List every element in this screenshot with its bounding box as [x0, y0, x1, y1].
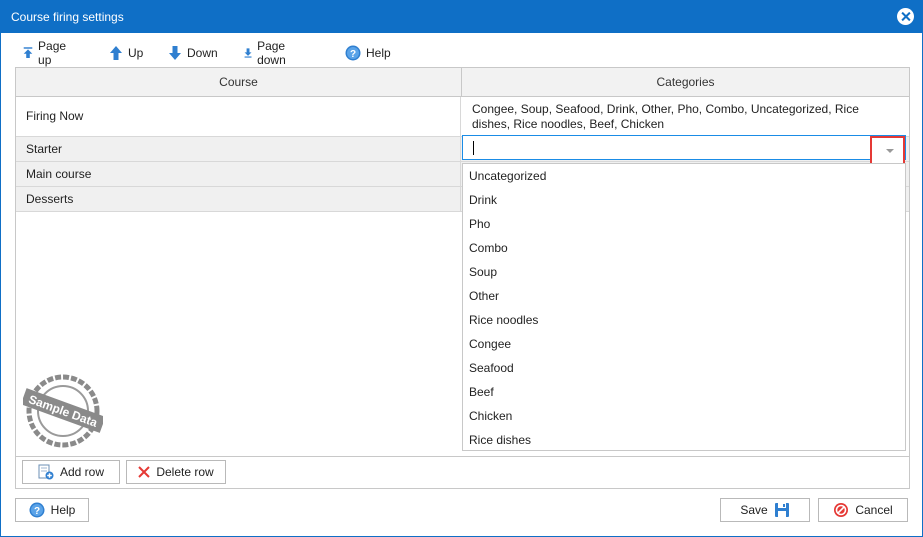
course-cell[interactable]: Starter: [16, 137, 461, 161]
dropdown-option[interactable]: Uncategorized: [469, 164, 899, 188]
chevron-down-icon: [886, 149, 894, 153]
save-button[interactable]: Save: [720, 498, 810, 522]
categories-combobox[interactable]: [462, 135, 906, 160]
table-row[interactable]: Firing Now Congee, Soup, Seafood, Drink,…: [16, 97, 909, 137]
dropdown-option[interactable]: Soup: [469, 260, 899, 284]
help-label: Help: [50, 503, 76, 517]
dropdown-option[interactable]: Seafood: [469, 356, 899, 380]
dialog-title: Course firing settings: [11, 10, 124, 24]
page-down-icon: [244, 48, 252, 58]
dropdown-option[interactable]: Congee: [469, 332, 899, 356]
delete-row-button[interactable]: Delete row: [126, 460, 226, 484]
svg-text:?: ?: [350, 49, 356, 60]
close-icon[interactable]: [897, 8, 914, 25]
grid-footer: Add row Delete row: [15, 456, 910, 489]
dropdown-option[interactable]: Other: [469, 284, 899, 308]
help-icon: ?: [29, 502, 45, 518]
text-cursor: [473, 141, 474, 155]
help-label: Help: [366, 46, 391, 60]
page-down-button[interactable]: Page down: [244, 39, 292, 67]
column-header-course[interactable]: Course: [16, 68, 462, 97]
title-bar: Course firing settings: [1, 1, 922, 33]
column-header-categories[interactable]: Categories: [462, 68, 909, 97]
dropdown-option[interactable]: Beef: [469, 380, 899, 404]
up-button[interactable]: Up: [109, 41, 143, 65]
course-cell[interactable]: Main course: [16, 162, 461, 186]
dialog-window: Course firing settings Page up Up Down P…: [0, 0, 923, 537]
dropdown-option[interactable]: Combo: [469, 236, 899, 260]
course-cell[interactable]: Firing Now: [16, 97, 461, 136]
down-arrow-icon: [169, 46, 181, 60]
categories-cell[interactable]: Congee, Soup, Seafood, Drink, Other, Pho…: [462, 97, 909, 137]
up-label: Up: [128, 46, 144, 60]
categories-dropdown-list: Uncategorized Drink Pho Combo Soup Other…: [462, 163, 906, 451]
add-row-icon: [38, 464, 54, 480]
sample-data-stamp: Sample Data: [23, 374, 103, 448]
dropdown-option[interactable]: Rice dishes: [469, 428, 899, 452]
course-cell[interactable]: Desserts: [16, 187, 461, 211]
up-arrow-icon: [110, 46, 122, 60]
cancel-label: Cancel: [855, 503, 893, 517]
combobox-dropdown-button[interactable]: [870, 136, 905, 166]
cancel-icon: [834, 503, 849, 517]
delete-x-icon: [138, 466, 151, 478]
help-button[interactable]: ? Help: [15, 498, 89, 522]
dropdown-option[interactable]: Rice noodles: [469, 308, 899, 332]
add-row-label: Add row: [59, 465, 105, 479]
svg-text:?: ?: [34, 506, 40, 517]
down-button[interactable]: Down: [168, 41, 218, 65]
page-up-label: Page up: [38, 39, 67, 67]
add-row-button[interactable]: Add row: [22, 460, 120, 484]
page-up-icon: [23, 47, 33, 59]
down-label: Down: [187, 46, 218, 60]
page-down-label: Page down: [257, 39, 286, 67]
dropdown-option[interactable]: Pho: [469, 212, 899, 236]
help-icon: ?: [345, 45, 361, 61]
dropdown-option[interactable]: Chicken: [469, 404, 899, 428]
delete-row-label: Delete row: [156, 465, 214, 479]
page-up-button[interactable]: Page up: [23, 39, 70, 67]
dropdown-option[interactable]: Drink: [469, 188, 899, 212]
save-label: Save: [740, 503, 768, 517]
cancel-button[interactable]: Cancel: [818, 498, 908, 522]
save-icon: [774, 503, 789, 517]
toolbar-help-button[interactable]: ? Help: [345, 41, 391, 65]
